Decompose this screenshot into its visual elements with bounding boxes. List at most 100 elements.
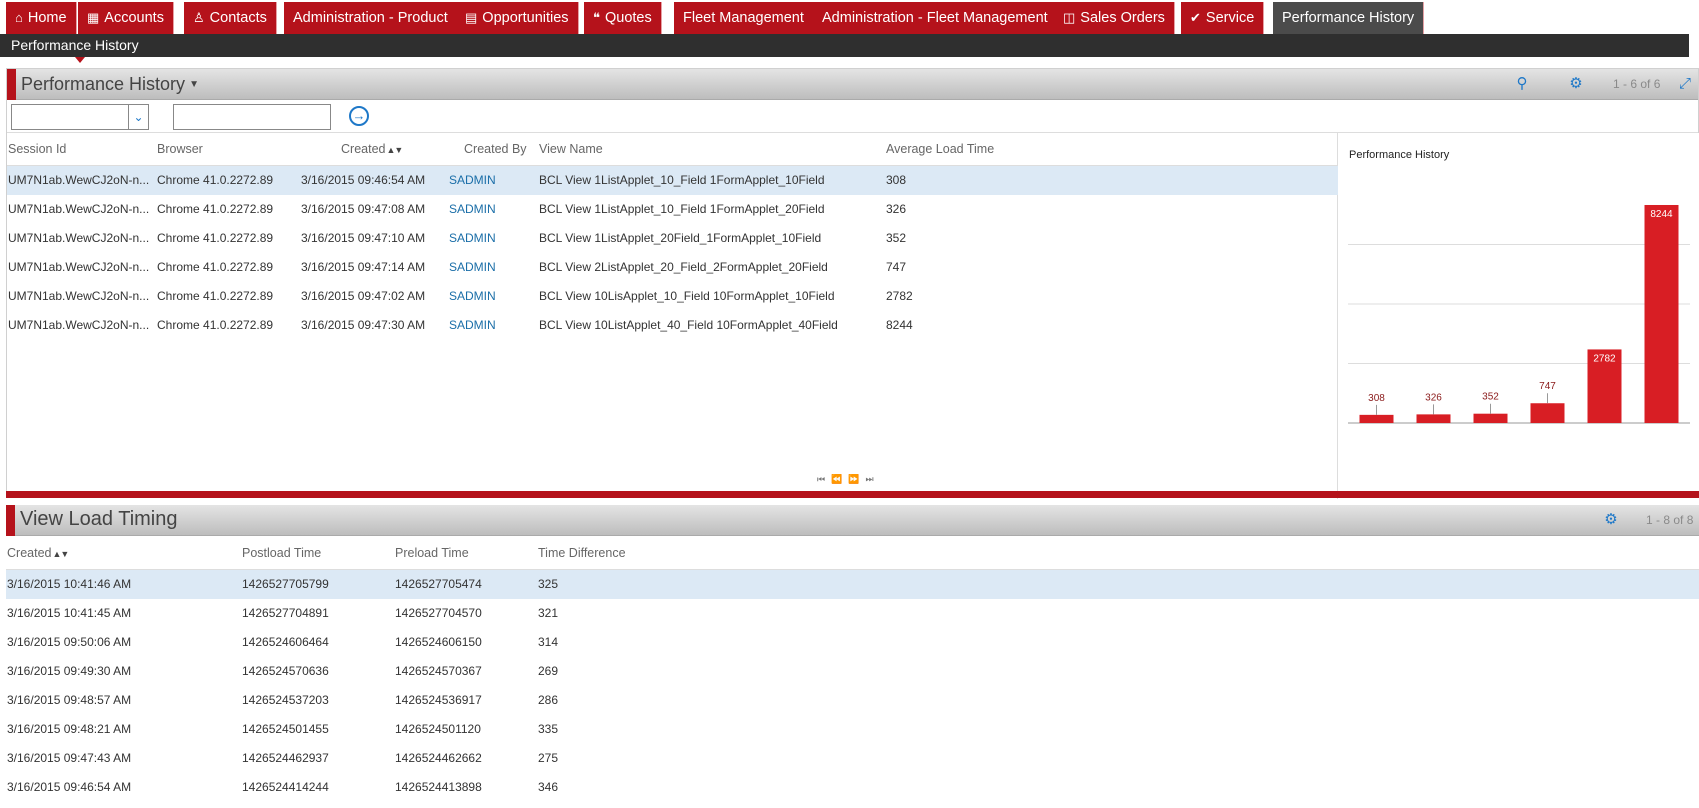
tab-opportunities[interactable]: ▤ Opportunities	[456, 2, 579, 34]
column-header-session-id[interactable]: Session Id	[8, 133, 66, 165]
cell-browser: Chrome 41.0.2272.89	[157, 202, 274, 216]
sort-icon[interactable]: ▲▼	[386, 145, 403, 155]
table-row[interactable]: UM7N1ab.WewCJ2oN-n... Chrome 41.0.2272.8…	[7, 253, 1338, 282]
bar-chart: 308 326 352 747 2782 8244	[1348, 204, 1690, 424]
tab-fleet-management[interactable]: Fleet Management	[674, 2, 814, 34]
cell-created: 3/16/2015 09:47:02 AM	[301, 289, 426, 303]
table-row[interactable]: UM7N1ab.WewCJ2oN-n... Chrome 41.0.2272.8…	[7, 224, 1338, 253]
cell-postload-time: 1426524462937	[242, 751, 329, 765]
cell-created-by[interactable]: SADMIN	[449, 253, 496, 282]
tab-label: Administration - Product	[293, 10, 448, 26]
cell-created-by[interactable]: SADMIN	[449, 195, 496, 224]
cell-preload-time: 1426524462662	[395, 751, 482, 765]
tab-contacts[interactable]: ♙ Contacts	[184, 2, 277, 34]
first-page-icon[interactable]: ⏮	[817, 474, 831, 484]
cell-preload-time: 1426524536917	[395, 693, 482, 707]
tab-administration-product[interactable]: Administration - Product	[284, 2, 458, 34]
tab-administration-fleet-management[interactable]: Administration - Fleet Management	[813, 2, 1058, 34]
cell-created-by[interactable]: SADMIN	[449, 311, 496, 340]
chart-bar[interactable]	[1644, 204, 1679, 423]
cell-time-difference: 335	[538, 722, 559, 736]
table-row[interactable]: UM7N1ab.WewCJ2oN-n... Chrome 41.0.2272.8…	[7, 311, 1338, 340]
tab-accounts[interactable]: ▦ Accounts	[78, 2, 174, 34]
column-header-average-load-time[interactable]: Average Load Time	[886, 133, 994, 165]
last-page-icon[interactable]: ⏭	[866, 474, 880, 484]
cell-time-difference: 286	[538, 693, 559, 707]
cell-view-name: BCL View 2ListApplet_20_Field_2FormApple…	[539, 260, 828, 274]
column-header-created[interactable]: Created▲▼	[341, 133, 403, 165]
tab-quotes[interactable]: ❝ Quotes	[584, 2, 662, 34]
record-count: 1 - 6 of 6	[1613, 77, 1661, 91]
pager: ⏮⏪⏩⏭	[817, 474, 880, 485]
table-row[interactable]: 3/16/2015 10:41:46 AM 1426527705799 1426…	[6, 570, 1699, 599]
query-value-input[interactable]	[173, 104, 331, 130]
table-row[interactable]: UM7N1ab.WewCJ2oN-n... Chrome 41.0.2272.8…	[7, 195, 1338, 224]
column-header-browser[interactable]: Browser	[157, 133, 203, 165]
cell-created: 3/16/2015 09:46:54 AM	[301, 173, 426, 187]
gear-icon[interactable]: ⚙	[1567, 75, 1585, 93]
box-icon: ◫	[1063, 10, 1076, 25]
go-arrow-icon[interactable]: →	[349, 106, 369, 126]
cell-view-name: BCL View 10LisApplet_10_Field 10FormAppl…	[539, 289, 835, 303]
applet-separator	[6, 491, 1699, 498]
performance-history-applet: Performance History ▼ ⚲ ⚙ 1 - 6 of 6 ⤢ ⌄ …	[6, 68, 1699, 533]
applet-title: View Load Timing	[20, 508, 178, 530]
expand-icon[interactable]: ⤢	[1676, 75, 1694, 93]
tab-bar: ⌂ Home ▦ Accounts ♙ Contacts Administration…	[0, 0, 1699, 34]
cell-session-id: UM7N1ab.WewCJ2oN-n...	[8, 318, 150, 332]
column-header-preload-time[interactable]: Preload Time	[395, 537, 469, 569]
chart-data-label: 326	[1425, 392, 1442, 403]
cell-created-by[interactable]: SADMIN	[449, 282, 496, 311]
column-header-postload-time[interactable]: Postload Time	[242, 537, 321, 569]
chart-data-label: 8244	[1650, 209, 1673, 220]
cell-postload-time: 1426527705799	[242, 577, 329, 591]
chevron-down-icon[interactable]: ⌄	[128, 105, 148, 129]
tab-home[interactable]: ⌂ Home	[6, 2, 77, 34]
cell-created: 3/16/2015 09:47:10 AM	[301, 231, 426, 245]
column-header-created-by[interactable]: Created By	[464, 133, 527, 165]
tab-sales-orders[interactable]: ◫ Sales Orders	[1054, 2, 1175, 34]
cell-view-name: BCL View 1ListApplet_10_Field 1FormApple…	[539, 173, 825, 187]
column-header-view-name[interactable]: View Name	[539, 133, 603, 165]
table-row[interactable]: 3/16/2015 09:48:57 AM 1426524537203 1426…	[6, 686, 1699, 715]
subnav-item-performance-history[interactable]: Performance History	[11, 37, 139, 53]
column-header-time-difference[interactable]: Time Difference	[538, 537, 626, 569]
table-row[interactable]: 3/16/2015 09:47:43 AM 1426524462937 1426…	[6, 744, 1699, 773]
cell-average-load-time: 308	[886, 173, 907, 187]
table-row[interactable]: UM7N1ab.WewCJ2oN-n... Chrome 41.0.2272.8…	[7, 282, 1338, 311]
cell-postload-time: 1426524606464	[242, 635, 329, 649]
table-row[interactable]: 3/16/2015 09:49:30 AM 1426524570636 1426…	[6, 657, 1699, 686]
column-header-created[interactable]: Created▲▼	[7, 537, 69, 569]
sort-icon[interactable]: ▲▼	[52, 549, 69, 559]
search-icon[interactable]: ⚲	[1513, 75, 1531, 93]
table-row[interactable]: UM7N1ab.WewCJ2oN-n... Chrome 41.0.2272.8…	[7, 166, 1338, 195]
chart-bar[interactable]	[1359, 414, 1394, 423]
cell-preload-time: 1426527705474	[395, 577, 482, 591]
tab-performance-history[interactable]: Performance History	[1273, 2, 1425, 34]
cell-postload-time: 1426524501455	[242, 722, 329, 736]
query-field-select[interactable]: ⌄	[11, 104, 149, 130]
table-row[interactable]: 3/16/2015 09:48:21 AM 1426524501455 1426…	[6, 715, 1699, 744]
cell-created-by[interactable]: SADMIN	[449, 166, 496, 195]
cell-created: 3/16/2015 09:47:14 AM	[301, 260, 426, 274]
chart-bar[interactable]	[1530, 403, 1565, 423]
chart-bar[interactable]	[1473, 413, 1508, 423]
cell-session-id: UM7N1ab.WewCJ2oN-n...	[8, 173, 150, 187]
cell-session-id: UM7N1ab.WewCJ2oN-n...	[8, 260, 150, 274]
chart-data-label: 747	[1539, 381, 1556, 392]
cell-created-by[interactable]: SADMIN	[449, 224, 496, 253]
applet-header: Performance History ▼ ⚲ ⚙ 1 - 6 of 6 ⤢	[7, 69, 1698, 100]
column-header-label: Created	[7, 546, 52, 560]
tab-service[interactable]: ✔ Service	[1181, 2, 1265, 34]
chart-bar[interactable]	[1416, 414, 1451, 423]
previous-page-icon[interactable]: ⏪	[831, 474, 848, 484]
chart-data-label: 308	[1368, 393, 1385, 404]
gear-icon[interactable]: ⚙	[1602, 511, 1620, 529]
applet-title: Performance History	[21, 74, 186, 94]
table-row[interactable]: 3/16/2015 10:41:45 AM 1426527704891 1426…	[6, 599, 1699, 628]
tab-label: Quotes	[605, 10, 652, 26]
applet-title-menu[interactable]: Performance History ▼	[21, 74, 199, 95]
next-page-icon[interactable]: ⏩	[848, 474, 865, 484]
table-row[interactable]: 3/16/2015 09:46:54 AM 1426524414244 1426…	[6, 773, 1699, 802]
table-row[interactable]: 3/16/2015 09:50:06 AM 1426524606464 1426…	[6, 628, 1699, 657]
